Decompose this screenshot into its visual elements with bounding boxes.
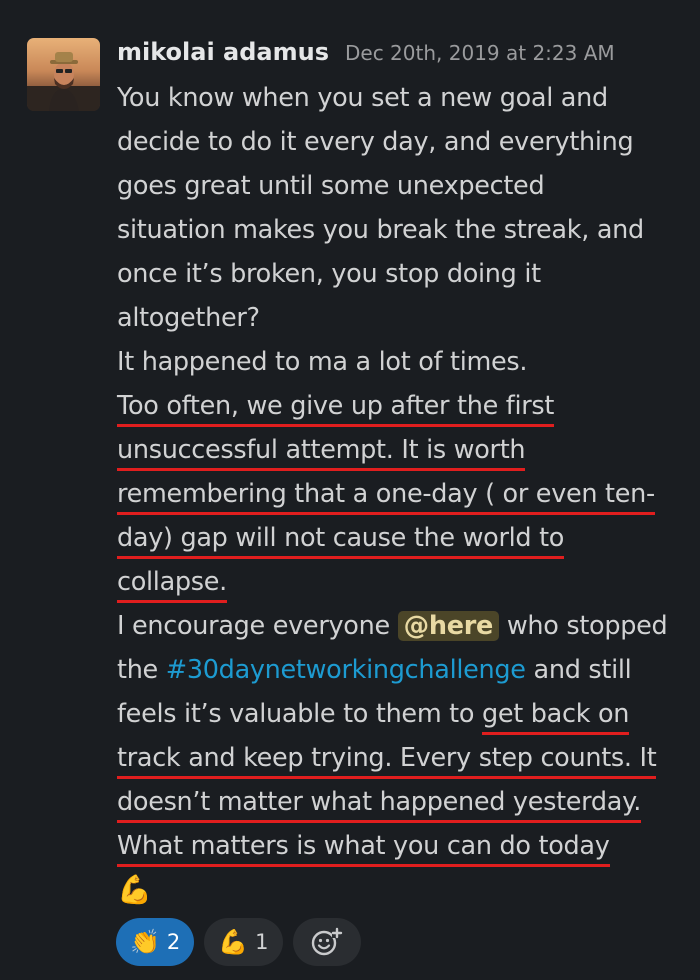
message-line: decide to do it every day, and everythin… <box>117 127 634 157</box>
message-line: situation makes you break the streak, an… <box>117 215 644 245</box>
message-text: and still <box>533 655 632 685</box>
message-line: collapse. <box>117 560 692 604</box>
underlined-text: remembering that a one-day ( or even ten… <box>117 479 655 515</box>
message-line: track and keep trying. Every step counts… <box>117 736 692 780</box>
underlined-text: unsuccessful attempt. It is worth <box>117 435 526 471</box>
message-line: altogether? <box>117 303 260 333</box>
message-header: mikolai adamus Dec 20th, 2019 at 2:23 AM <box>117 38 615 72</box>
message-text: I encourage everyone <box>117 611 390 641</box>
avatar[interactable] <box>27 38 100 111</box>
underlined-text: doesn’t matter what happened yesterday. <box>117 787 641 823</box>
message-line: You know when you set a new goal and <box>117 83 608 113</box>
message-line: I encourage everyone @here who stopped <box>117 604 692 648</box>
author-name[interactable]: mikolai adamus <box>117 38 329 66</box>
underlined-text: What matters is what you can do today <box>117 831 610 867</box>
channel-link[interactable]: #30daynetworkingchallenge <box>166 655 526 685</box>
message-line: feels it’s valuable to them to get back … <box>117 692 692 736</box>
message-line: the #30daynetworkingchallenge and still <box>117 648 692 692</box>
message-body: You know when you set a new goal and dec… <box>117 76 692 912</box>
message-line: remembering that a one-day ( or even ten… <box>117 472 692 516</box>
message-text: feels it’s valuable to them to <box>117 699 475 729</box>
underlined-text: get back on <box>481 699 629 735</box>
message-line: Too often, we give up after the first <box>117 384 692 428</box>
underlined-text: day) gap will not cause the world to <box>117 523 564 559</box>
message-line: What matters is what you can do today <box>117 824 692 868</box>
message-line: It happened to ma a lot of times. <box>117 347 528 377</box>
reaction-count: 2 <box>166 930 181 954</box>
message-line: day) gap will not cause the world to <box>117 516 692 560</box>
message-line: goes great until some unexpected <box>117 171 545 201</box>
message-line: doesn’t matter what happened yesterday. <box>117 780 692 824</box>
reaction-clap[interactable]: 👏 2 <box>116 918 195 966</box>
here-mention[interactable]: @here <box>397 611 499 641</box>
reactions-bar: 👏 2 💪 1 <box>116 918 361 966</box>
underlined-text: track and keep trying. Every step counts… <box>117 743 657 779</box>
clap-icon: 👏 <box>130 928 160 956</box>
reaction-count: 1 <box>255 930 269 954</box>
underlined-text: collapse. <box>117 567 227 603</box>
reaction-muscle[interactable]: 💪 1 <box>204 918 283 966</box>
message-text: the <box>117 655 158 685</box>
avatar-photo <box>27 52 100 111</box>
timestamp[interactable]: Dec 20th, 2019 at 2:23 AM <box>345 41 615 65</box>
message-line: unsuccessful attempt. It is worth <box>117 428 692 472</box>
message-line: once it’s broken, you stop doing it <box>117 259 541 289</box>
underlined-text: Too often, we give up after the first <box>117 391 554 427</box>
flexed-biceps-icon: 💪 <box>218 928 249 956</box>
add-emoji-icon <box>311 927 342 956</box>
flexed-biceps-emoji: 💪 <box>117 873 152 906</box>
message-text: who stopped <box>506 611 668 641</box>
add-reaction-button[interactable] <box>292 918 361 966</box>
